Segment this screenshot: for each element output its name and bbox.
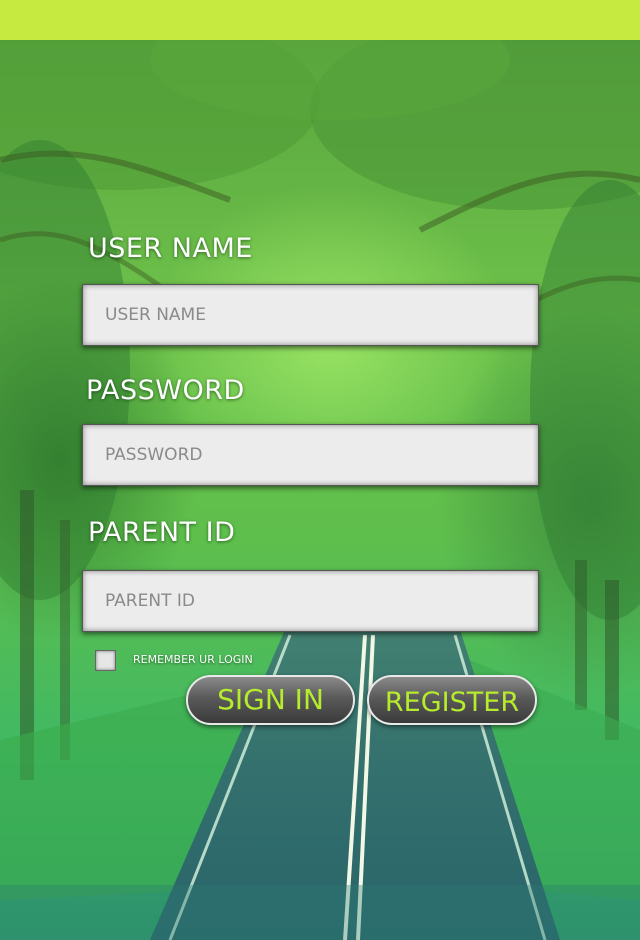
- parent-id-label: PARENT ID: [88, 517, 236, 548]
- tree-road-illustration: [0, 40, 640, 940]
- password-label: PASSWORD: [86, 375, 245, 406]
- register-button[interactable]: REGISTER: [367, 675, 537, 725]
- password-input[interactable]: [82, 424, 539, 486]
- username-label: USER NAME: [88, 233, 253, 264]
- background-image-tree-road: [0, 40, 640, 940]
- remember-login-checkbox[interactable]: [95, 650, 116, 671]
- remember-login-label[interactable]: REMEMBER UR LOGIN: [133, 653, 253, 666]
- parent-id-input[interactable]: [82, 570, 539, 632]
- sign-in-button[interactable]: SIGN IN: [186, 675, 355, 725]
- top-accent-bar: [0, 0, 640, 40]
- username-input[interactable]: [82, 284, 539, 346]
